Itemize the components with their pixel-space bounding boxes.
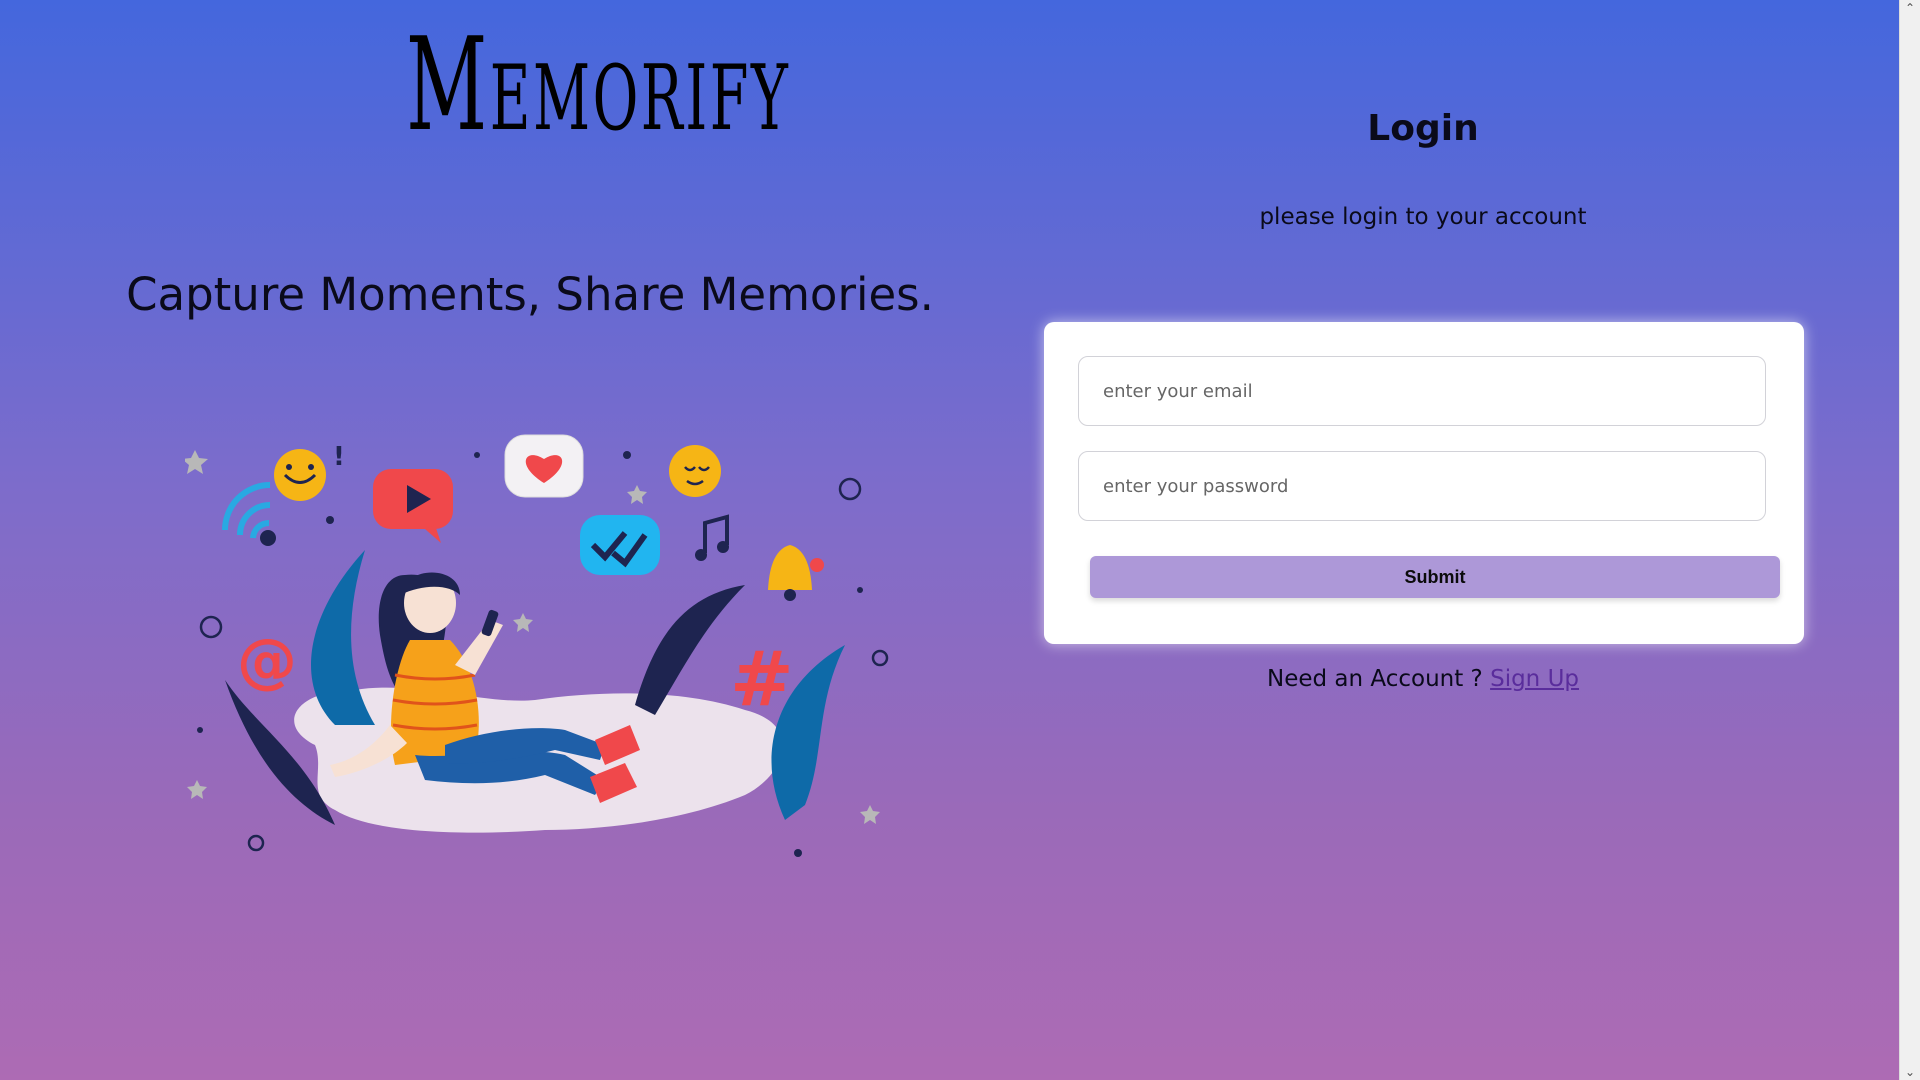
wifi-icon xyxy=(222,482,271,539)
tagline: Capture Moments, Share Memories. xyxy=(126,268,934,321)
play-bubble-icon xyxy=(373,469,453,543)
bell-icon xyxy=(768,545,824,601)
signup-link[interactable]: Sign Up xyxy=(1490,666,1579,692)
music-note-icon xyxy=(695,514,729,561)
check-bubble-icon xyxy=(580,515,660,575)
at-sign-icon: @ xyxy=(237,626,297,696)
vertical-scrollbar[interactable]: ⌃ ⌄ xyxy=(1899,0,1920,1080)
scroll-up-icon[interactable]: ⌃ xyxy=(1904,2,1916,14)
submit-button[interactable]: Submit xyxy=(1090,556,1780,598)
password-field[interactable] xyxy=(1078,451,1766,521)
hashtag-icon: # xyxy=(730,634,794,723)
app-logo: Memorify xyxy=(406,11,791,160)
hero-illustration: @ # ! xyxy=(185,434,889,857)
login-card: Submit xyxy=(1044,322,1804,644)
scroll-down-icon[interactable]: ⌄ xyxy=(1904,1066,1916,1078)
login-title: Login xyxy=(1367,108,1479,149)
need-account-row: Need an Account ? Sign Up xyxy=(1123,666,1723,692)
heart-bubble-icon xyxy=(504,434,584,498)
emoji-blush-icon xyxy=(669,445,721,497)
svg-text:#: # xyxy=(730,634,794,723)
svg-text:!: ! xyxy=(333,442,345,472)
svg-text:@: @ xyxy=(237,626,297,696)
login-subtitle: please login to your account xyxy=(1259,204,1587,230)
leaf-right-dark xyxy=(635,585,745,715)
need-account-text: Need an Account ? xyxy=(1266,666,1483,692)
emoji-smile-icon xyxy=(274,449,326,501)
email-field[interactable] xyxy=(1078,356,1766,426)
